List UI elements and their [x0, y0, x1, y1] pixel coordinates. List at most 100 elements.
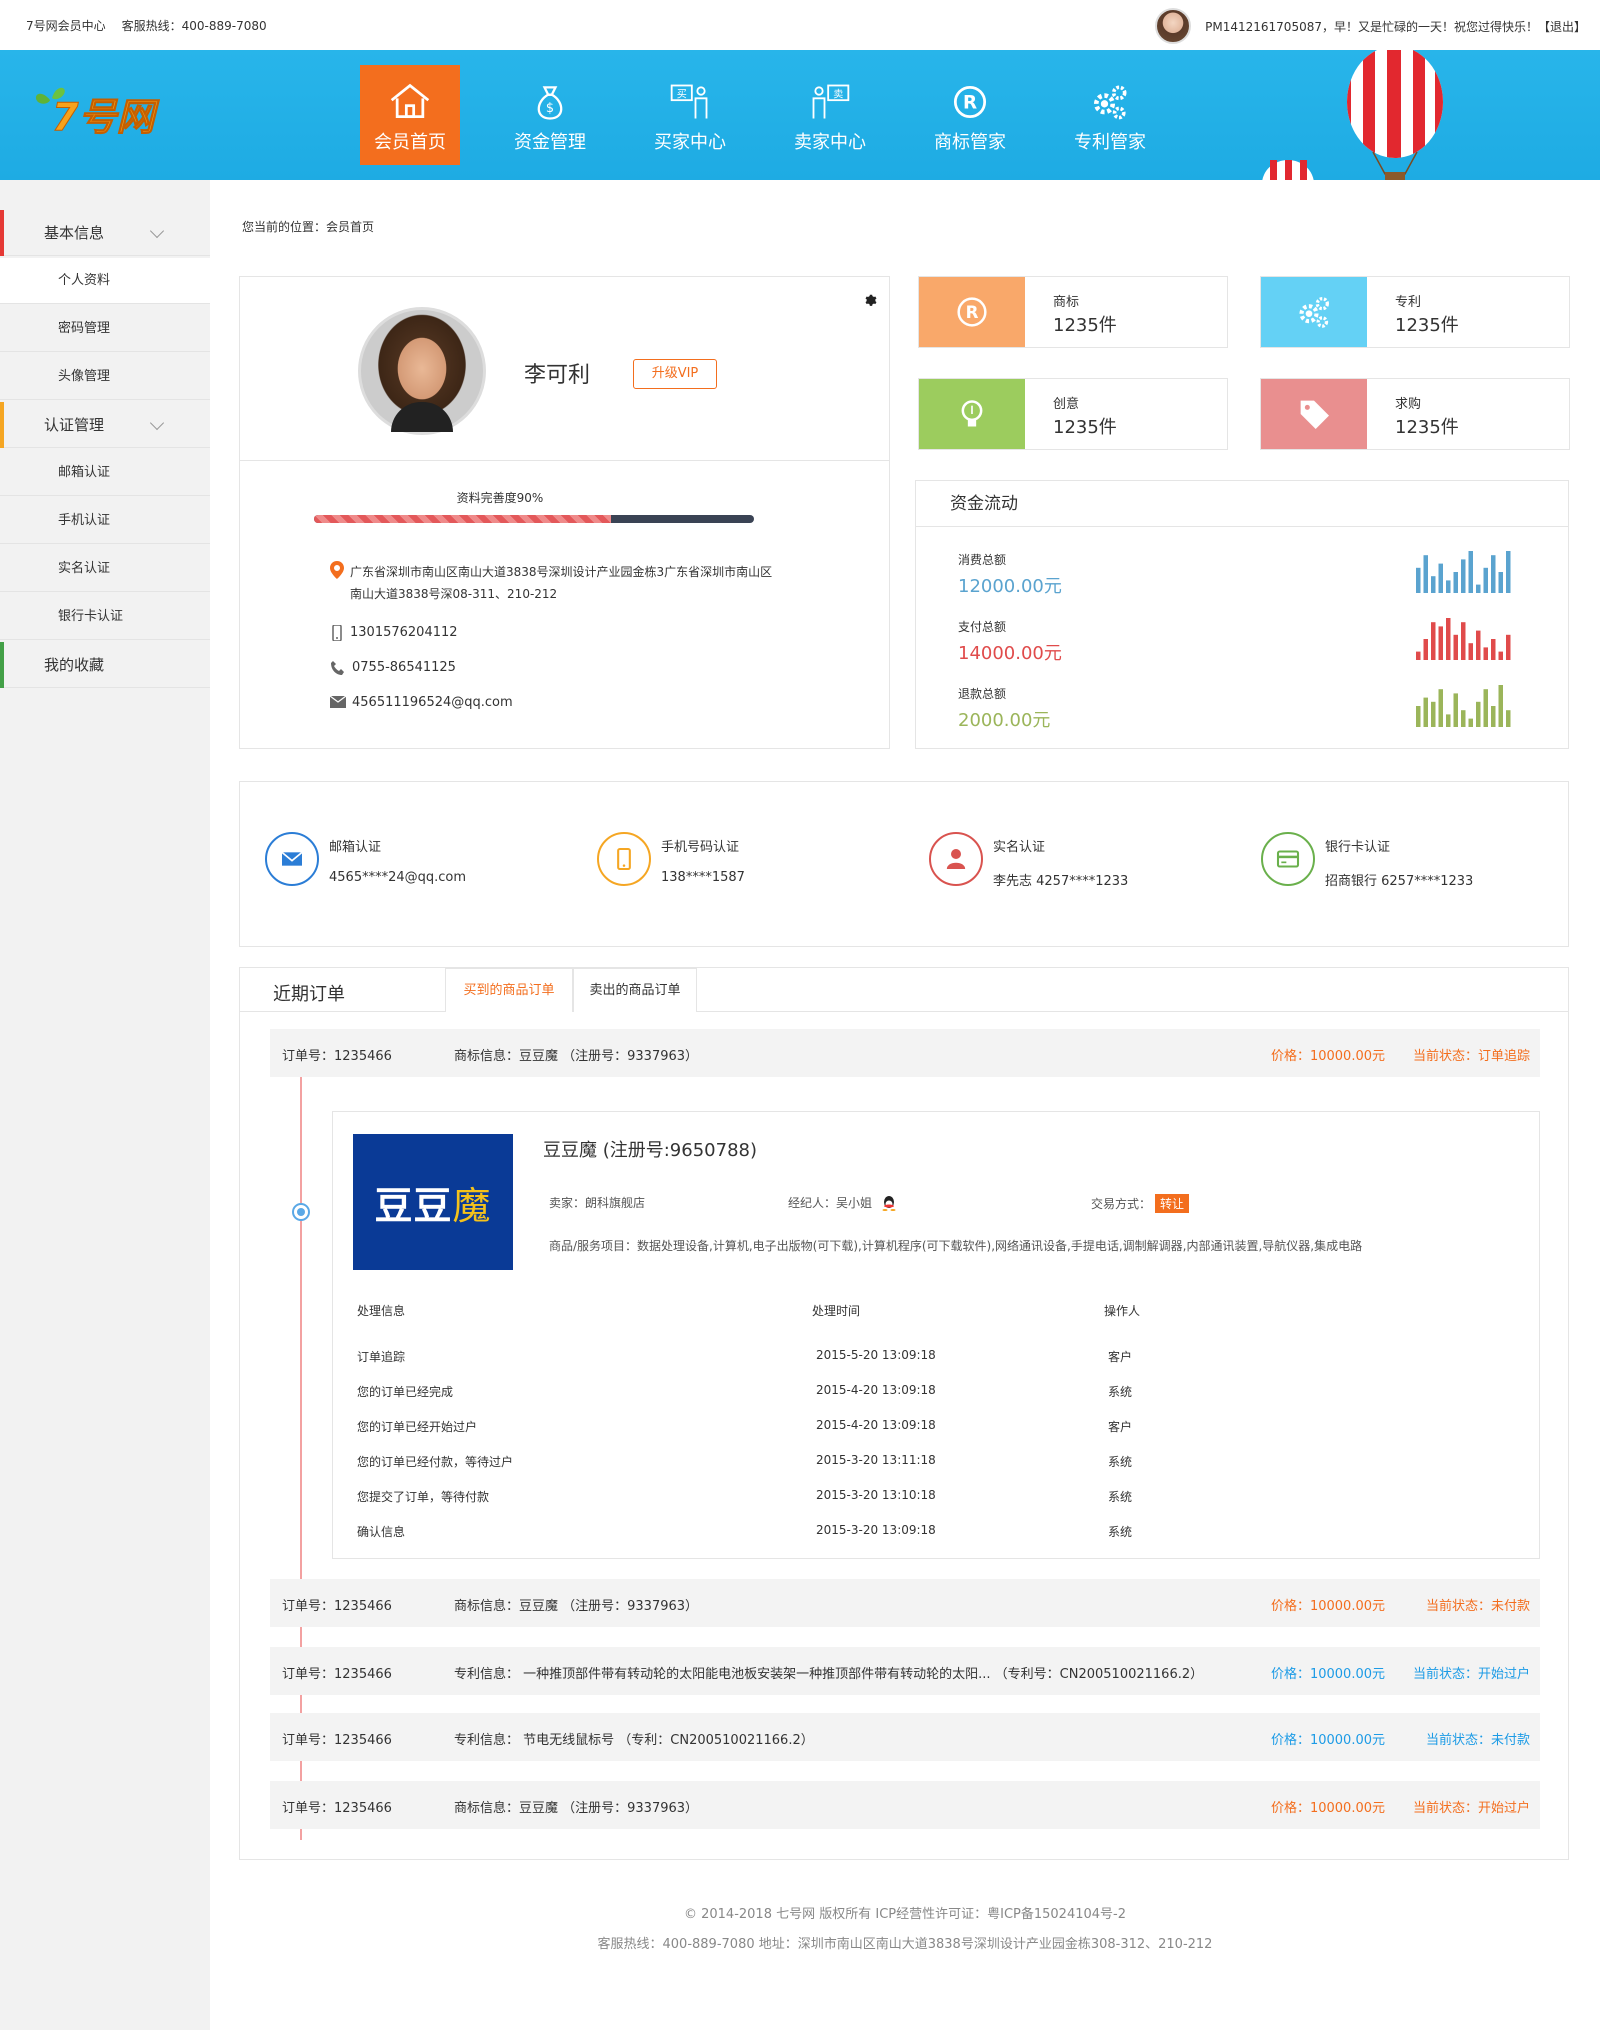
- fund-sparkbar-chart: [1416, 618, 1511, 660]
- stat-card-1[interactable]: 专利 1235件: [1260, 276, 1570, 348]
- nav-label: 商标管家: [934, 132, 1006, 153]
- order-row[interactable]: 订单号：1235466 商标信息：豆豆魔 （注册号：9337963） 价格：1000…: [270, 1029, 1540, 1077]
- buyer-icon: 买: [670, 84, 708, 119]
- log-cell: 您的订单已经完成: [357, 1385, 454, 1399]
- cert-item-2[interactable]: 实名认证 李先志 4257****1233: [929, 832, 1229, 892]
- log-header-row: 处理信息 处理时间 操作人: [357, 1302, 1357, 1322]
- sidebar-item[interactable]: 银行卡认证: [0, 594, 210, 640]
- fund-bar: [1446, 618, 1451, 660]
- order-row[interactable]: 订单号：1235466 商标信息：豆豆魔 （注册号：9337963） 价格：1000…: [270, 1781, 1540, 1829]
- cert-title: 手机号码认证: [661, 840, 740, 855]
- sidebar-item[interactable]: 实名认证: [0, 546, 210, 592]
- order-row[interactable]: 订单号：1235466 专利信息： 节电无线鼠标号 （专利：CN200510021…: [270, 1713, 1540, 1761]
- log-header: 操作人: [1104, 1304, 1141, 1318]
- fund-bar: [1506, 551, 1511, 593]
- nav-item-4[interactable]: R 商标管家: [920, 65, 1020, 165]
- stat-icon-box: [919, 379, 1025, 449]
- cert-value: 招商银行 6257****1233: [1325, 874, 1474, 889]
- stat-card-0[interactable]: R 商标 1235件: [918, 276, 1228, 348]
- order-status[interactable]: 当前状态：未付款: [1426, 1729, 1530, 1748]
- sidebar-item[interactable]: 邮箱认证: [0, 450, 210, 496]
- stat-label: 创意: [1053, 397, 1080, 412]
- sidebar-group-2[interactable]: 我的收藏: [0, 642, 210, 688]
- stat-value: 1235件: [1053, 417, 1117, 438]
- fund-bar: [1498, 651, 1503, 660]
- order-row[interactable]: 订单号：1235466 商标信息：豆豆魔 （注册号：9337963） 价格：1000…: [270, 1579, 1540, 1627]
- header: 7号网 会员首页 $ 资金管理买买家中心卖卖家中心 R 商标管家 专利管家: [0, 50, 1600, 180]
- stat-card-3[interactable]: 求购 1235件: [1260, 378, 1570, 450]
- order-status[interactable]: 当前状态：开始过户: [1413, 1797, 1530, 1816]
- fund-flow-title: 资金流动: [916, 481, 1568, 527]
- fund-bar: [1438, 563, 1443, 593]
- order-status[interactable]: 当前状态：订单追踪: [1413, 1045, 1530, 1064]
- fund-bar: [1506, 710, 1511, 727]
- nav-item-0[interactable]: 会员首页: [360, 65, 460, 165]
- nav-item-5[interactable]: 专利管家: [1060, 65, 1160, 165]
- cert-item-3[interactable]: 银行卡认证 招商银行 6257****1233: [1261, 832, 1561, 892]
- sidebar-item[interactable]: 个人资料: [0, 258, 210, 304]
- settings-gear-icon[interactable]: [864, 293, 878, 307]
- cert-item-0[interactable]: 邮箱认证 4565****24@qq.com: [265, 832, 565, 892]
- greeting: PM1412161705087，早！又是忙碌的一天！祝您过得快乐！: [1205, 19, 1538, 34]
- email-address: 456511196524@qq.com: [352, 695, 513, 710]
- order-price: 价格：10000.00元: [1270, 1049, 1385, 1064]
- phone-icon: [617, 847, 631, 871]
- sidebar-item[interactable]: 头像管理: [0, 354, 210, 400]
- completeness-fill: [314, 515, 611, 523]
- nav-item-1[interactable]: $ 资金管理: [500, 65, 600, 165]
- tab-sold-orders[interactable]: 卖出的商品订单: [573, 968, 697, 1012]
- fund-bar: [1423, 555, 1428, 593]
- nav-item-2[interactable]: 买买家中心: [640, 65, 740, 165]
- stat-label: 商标: [1053, 295, 1080, 310]
- stat-icon-box: R: [919, 277, 1025, 347]
- group-color-bar: [0, 210, 4, 256]
- order-row[interactable]: 订单号：1235466 专利信息： 一种推顶部件带有转动轮的太阳能电池板安装架一种…: [270, 1647, 1540, 1695]
- divider: [240, 460, 889, 461]
- stat-card-2[interactable]: 创意 1235件: [918, 378, 1228, 450]
- sidebar-group-1[interactable]: 认证管理: [0, 402, 210, 448]
- home-icon: [390, 83, 430, 119]
- upgrade-vip-button[interactable]: 升级VIP: [633, 359, 717, 389]
- envelope-icon: [330, 695, 346, 708]
- orders-title: 近期订单: [273, 984, 345, 1005]
- user-avatar[interactable]: [1155, 8, 1192, 44]
- cert-item-1[interactable]: 手机号码认证 138****1587: [597, 832, 897, 892]
- agent-info: 经纪人：吴小姐: [788, 1194, 896, 1211]
- fund-bar: [1431, 622, 1436, 660]
- chevron-down-icon: [149, 415, 165, 431]
- completeness-bar: [314, 515, 754, 523]
- order-number: 订单号：1235466: [282, 1049, 392, 1064]
- order-price: 价格：10000.00元: [1270, 1667, 1385, 1682]
- log-cell: 您提交了订单，等待付款: [357, 1490, 490, 1504]
- order-status[interactable]: 当前状态：未付款: [1426, 1595, 1530, 1614]
- site-logo[interactable]: 7号网: [30, 78, 190, 138]
- seller-icon: 卖: [812, 84, 850, 119]
- sidebar-group-label: 基本信息: [44, 224, 105, 242]
- fund-bar: [1461, 559, 1466, 593]
- tab-bought-orders[interactable]: 买到的商品订单: [445, 968, 573, 1012]
- sidebar: 基本信息个人资料 密码管理 头像管理 认证管理 邮箱认证 手机认证 实名认证 银行卡认证 我的收…: [0, 180, 210, 2030]
- fund-sparkbar-chart: [1416, 551, 1511, 593]
- sidebar-group-0[interactable]: 基本信息: [0, 210, 210, 256]
- nav-item-3[interactable]: 卖卖家中心: [780, 65, 880, 165]
- stat-value: 1235件: [1053, 315, 1117, 336]
- fund-value: 14000.00元: [958, 643, 1062, 664]
- fund-bar: [1453, 572, 1458, 593]
- fund-bar: [1498, 572, 1503, 593]
- sidebar-item[interactable]: 密码管理: [0, 306, 210, 352]
- logout-link[interactable]: 【退出】: [1538, 18, 1586, 35]
- log-cell: 确认信息: [357, 1525, 406, 1539]
- fund-row: 消费总额 12000.00元: [958, 551, 1062, 598]
- fund-bar: [1461, 710, 1466, 727]
- service-items: 商品/服务项目：数据处理设备,计算机,电子出版物(可下载),计算机程序(可下载软…: [549, 1239, 1363, 1253]
- log-header: 处理信息: [357, 1304, 406, 1318]
- stat-value: 1235件: [1395, 417, 1459, 438]
- order-status[interactable]: 当前状态：开始过户: [1413, 1663, 1530, 1682]
- fund-bar: [1483, 567, 1488, 593]
- sidebar-item[interactable]: 手机认证: [0, 498, 210, 544]
- fund-bar: [1438, 689, 1443, 727]
- qq-icon[interactable]: [882, 1195, 896, 1211]
- telephone-icon: [331, 661, 344, 675]
- stat-label: 求购: [1395, 397, 1422, 412]
- mobile-number: 13015762041​12: [350, 625, 458, 640]
